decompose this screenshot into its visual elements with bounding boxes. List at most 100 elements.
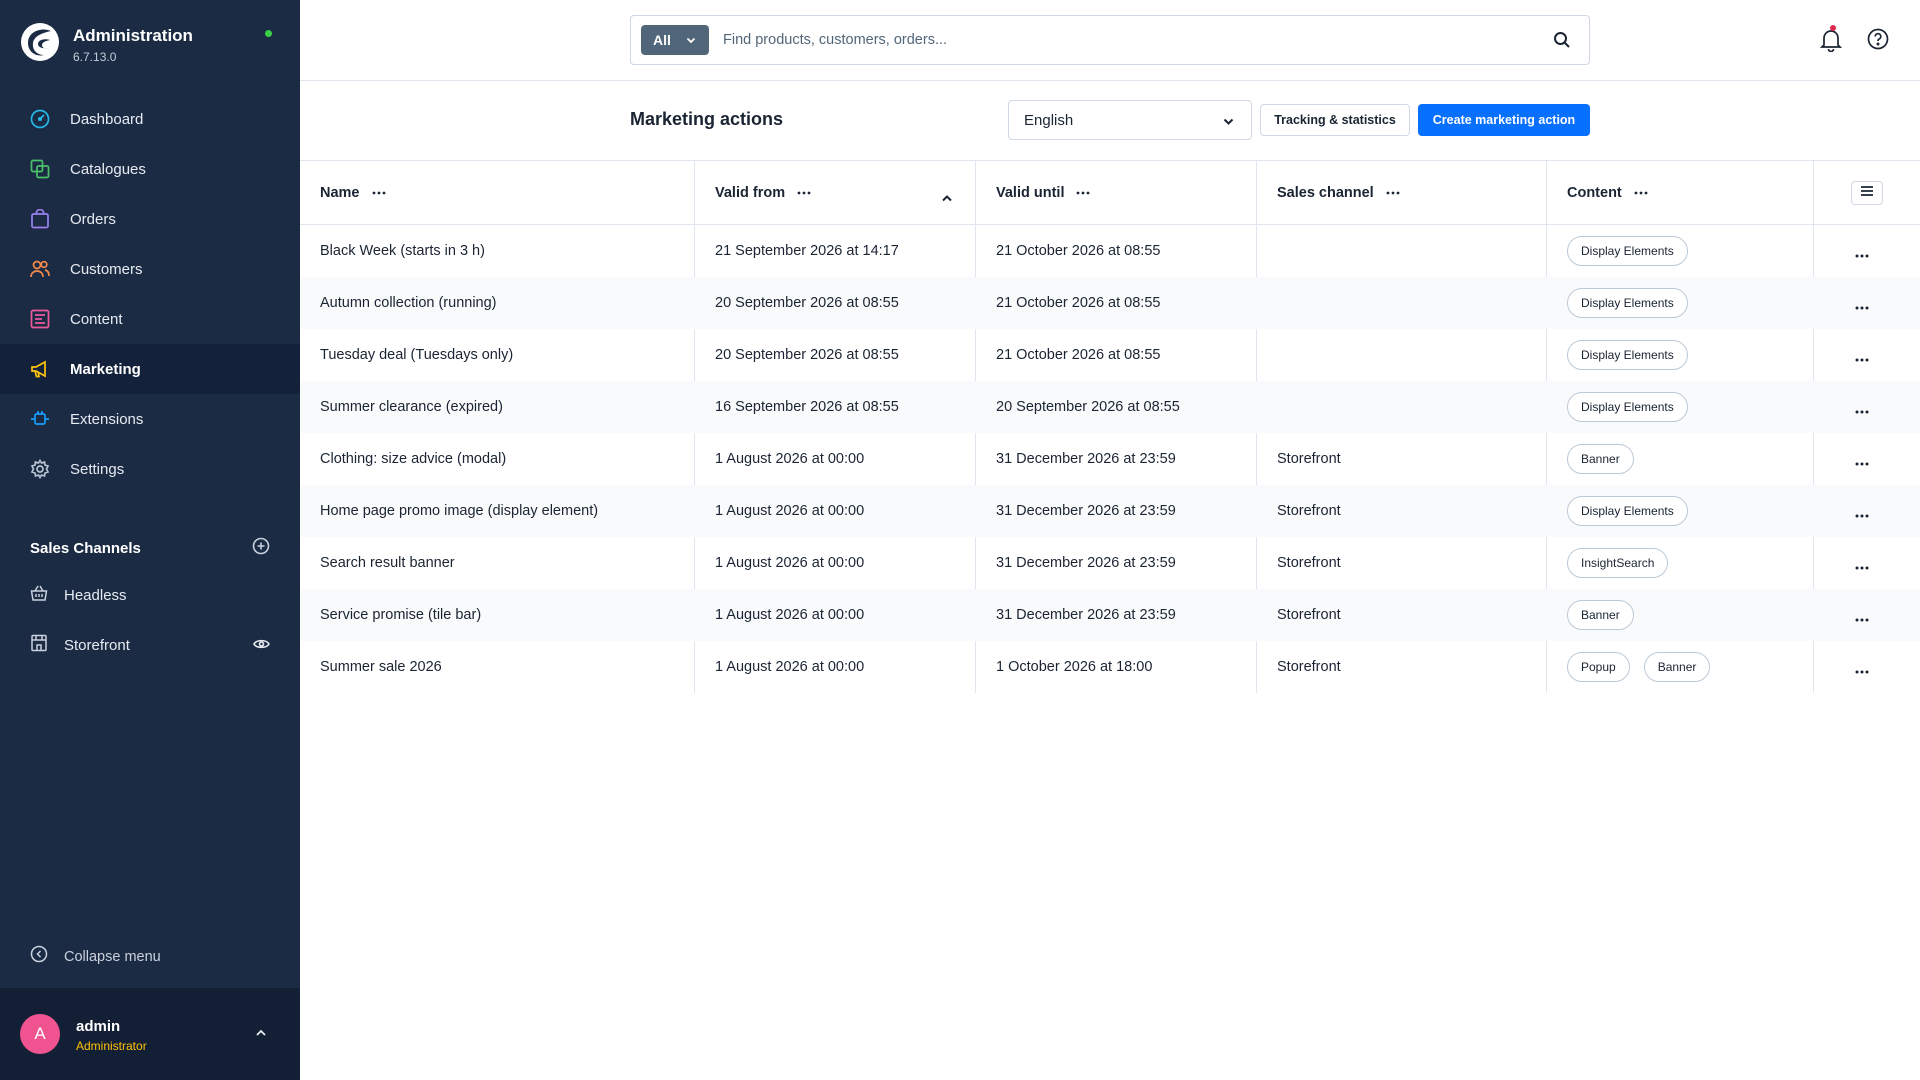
table-row[interactable]: Tuesday deal (Tuesdays only) 20 September… [300, 329, 1920, 381]
nav-item-dashboard[interactable]: Dashboard [0, 94, 300, 144]
column-header-valid-until[interactable]: Valid until [976, 161, 1256, 224]
nav-item-marketing[interactable]: Marketing [0, 344, 300, 394]
cell-name[interactable]: Black Week (starts in 3 h) [300, 225, 485, 277]
cell-name[interactable]: Home page promo image (display element) [300, 485, 598, 537]
cell-valid-from: 16 September 2026 at 08:55 [715, 399, 899, 415]
nav-label: Catalogues [70, 160, 146, 178]
sort-ascending-icon[interactable] [941, 189, 953, 207]
global-search: All [630, 15, 1590, 65]
row-actions-icon[interactable] [1855, 349, 1869, 367]
column-title: Valid until [996, 185, 1065, 201]
brand[interactable]: Administration 6.7.13.0 [20, 20, 280, 72]
cell-name[interactable]: Clothing: size advice (modal) [300, 433, 506, 485]
cell-sales-channel [1257, 381, 1277, 433]
content-badge: Display Elements [1567, 392, 1688, 422]
nav-item-content[interactable]: Content [0, 294, 300, 344]
gauge-icon [30, 109, 50, 129]
nav-item-orders[interactable]: Orders [0, 194, 300, 244]
cell-name[interactable]: Tuesday deal (Tuesdays only) [300, 329, 513, 381]
table-row[interactable]: Search result banner 1 August 2026 at 00:… [300, 537, 1920, 589]
list-menu-icon [1860, 184, 1874, 202]
plug-icon [30, 409, 50, 429]
nav-label: Dashboard [70, 110, 144, 128]
user-panel[interactable]: A admin Administrator [0, 988, 300, 1080]
column-options-icon[interactable] [797, 191, 811, 195]
table-row[interactable]: Home page promo image (display element) 1… [300, 485, 1920, 537]
cell-valid-from: 1 August 2026 at 00:00 [715, 503, 865, 519]
cell-valid-until: 20 September 2026 at 08:55 [996, 399, 1180, 415]
search-icon[interactable] [1553, 31, 1571, 54]
column-title: Content [1567, 185, 1622, 201]
cell-name[interactable]: Search result banner [300, 537, 455, 589]
user-role: Administrator [76, 1039, 147, 1053]
collapse-menu-button[interactable]: Collapse menu [30, 945, 161, 968]
column-options-icon[interactable] [1634, 191, 1648, 195]
notification-badge [1830, 25, 1836, 31]
table-row[interactable]: Summer clearance (expired) 16 September 2… [300, 381, 1920, 433]
content-badge: Display Elements [1567, 496, 1688, 526]
content-badge: Display Elements [1567, 288, 1688, 318]
grid-body: Black Week (starts in 3 h) 21 September 2… [300, 225, 1920, 693]
cell-valid-from: 1 August 2026 at 00:00 [715, 659, 865, 675]
create-marketing-action-button[interactable]: Create marketing action [1418, 104, 1590, 136]
search-input[interactable] [723, 24, 1523, 56]
row-actions-icon[interactable] [1855, 245, 1869, 263]
marketing-actions-grid: Name Valid from Valid until Sales channe… [300, 161, 1920, 693]
search-type-label: All [653, 32, 671, 48]
sales-channel-list: Headless Storefront [0, 570, 300, 670]
cell-name[interactable]: Autumn collection (running) [300, 277, 497, 329]
table-row[interactable]: Black Week (starts in 3 h) 21 September 2… [300, 225, 1920, 277]
grid-settings-button[interactable] [1851, 181, 1883, 205]
sales-channel-storefront[interactable]: Storefront [0, 620, 300, 670]
cell-name[interactable]: Summer sale 2026 [300, 641, 442, 693]
cell-name[interactable]: Service promise (tile bar) [300, 589, 481, 641]
table-row[interactable]: Clothing: size advice (modal) 1 August 20… [300, 433, 1920, 485]
table-row[interactable]: Autumn collection (running) 20 September … [300, 277, 1920, 329]
row-actions-icon[interactable] [1855, 453, 1869, 471]
nav-item-extensions[interactable]: Extensions [0, 394, 300, 444]
row-actions-icon[interactable] [1855, 297, 1869, 315]
cell-name[interactable]: Summer clearance (expired) [300, 381, 503, 433]
smart-bar: Marketing actions English Tracking & sta… [300, 81, 1920, 161]
storefront-icon [30, 634, 48, 657]
grid-header: Name Valid from Valid until Sales channe… [300, 161, 1920, 225]
main-nav: Dashboard Catalogues Orders Customers Co… [0, 94, 300, 494]
notification-bell-icon[interactable] [1819, 28, 1843, 57]
column-options-icon[interactable] [372, 191, 386, 195]
cell-valid-until: 31 December 2026 at 23:59 [996, 607, 1176, 623]
sales-channel-label: Storefront [64, 636, 130, 654]
sales-channel-headless[interactable]: Headless [0, 570, 300, 620]
column-header-sales-channel[interactable]: Sales channel [1257, 161, 1546, 224]
row-actions-icon[interactable] [1855, 505, 1869, 523]
cell-valid-from: 1 August 2026 at 00:00 [715, 451, 865, 467]
search-type-dropdown[interactable]: All [641, 25, 709, 55]
column-header-name[interactable]: Name [300, 161, 694, 224]
nav-item-catalogues[interactable]: Catalogues [0, 144, 300, 194]
cell-content: Display Elements [1547, 381, 1702, 433]
content-icon [30, 309, 50, 329]
row-actions-icon[interactable] [1855, 661, 1869, 679]
shopping-bag-icon [30, 209, 50, 229]
add-sales-channel-icon[interactable] [252, 537, 270, 560]
shopware-logo-icon [21, 23, 59, 61]
app-version: 6.7.13.0 [73, 50, 117, 64]
tracking-statistics-button[interactable]: Tracking & statistics [1260, 104, 1410, 136]
language-select[interactable]: English [1008, 100, 1252, 140]
column-header-content[interactable]: Content [1547, 161, 1813, 224]
chevron-up-icon[interactable] [254, 1026, 268, 1045]
table-row[interactable]: Service promise (tile bar) 1 August 2026 … [300, 589, 1920, 641]
content-badge: InsightSearch [1567, 548, 1669, 578]
help-icon[interactable] [1867, 28, 1889, 55]
row-actions-icon[interactable] [1855, 401, 1869, 419]
app-title: Administration [73, 26, 193, 45]
table-row[interactable]: Summer sale 2026 1 August 2026 at 00:00 1 … [300, 641, 1920, 693]
eye-icon[interactable] [253, 637, 270, 656]
column-header-valid-from[interactable]: Valid from [695, 161, 975, 224]
nav-item-customers[interactable]: Customers [0, 244, 300, 294]
column-title: Valid from [715, 185, 786, 201]
row-actions-icon[interactable] [1855, 609, 1869, 627]
column-options-icon[interactable] [1386, 191, 1400, 195]
nav-item-settings[interactable]: Settings [0, 444, 300, 494]
column-options-icon[interactable] [1076, 191, 1090, 195]
row-actions-icon[interactable] [1855, 557, 1869, 575]
